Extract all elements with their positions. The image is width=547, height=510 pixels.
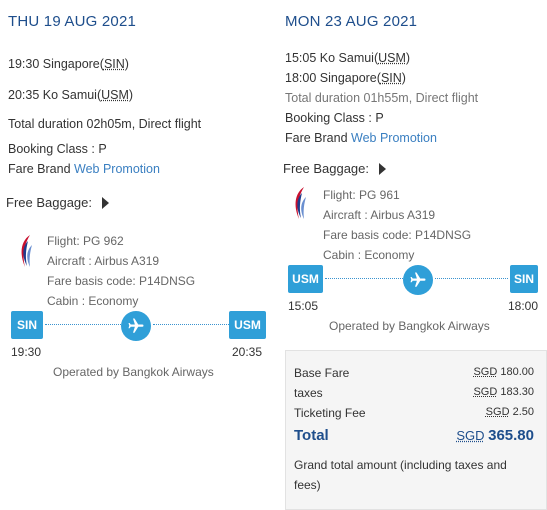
total-value: 365.80 [488, 427, 534, 444]
inbound-dep-code[interactable]: USM [378, 51, 406, 65]
currency-code[interactable]: SGD [486, 406, 510, 418]
inbound-arr-city: Singapore [319, 71, 377, 85]
inbound-date: MON 23 AUG 2021 [285, 13, 418, 30]
baggage-label: Free Baggage: [6, 195, 93, 210]
taxes-label: taxes [294, 386, 323, 400]
inbound-arr-code[interactable]: SIN [381, 71, 402, 85]
airplane-icon [121, 311, 151, 341]
bangkok-airways-logo [295, 187, 306, 219]
caret-right-icon [102, 196, 110, 209]
route-origin-badge: SIN [11, 311, 43, 339]
route-origin-badge: USM [288, 265, 323, 293]
caret-right-icon [379, 162, 387, 175]
base-fare-amount: SGD 180.00 [473, 366, 534, 380]
airplane-icon [403, 265, 433, 295]
route-arrival-time: 20:35 [232, 345, 263, 359]
inbound-dep-city: Ko Samui [319, 51, 374, 65]
inbound-duration: Total duration 01h55m, Direct flight [285, 91, 479, 105]
inbound-aircraft: Aircraft : Airbus A319 [323, 208, 436, 222]
outbound-cabin: Cabin : Economy [47, 294, 139, 308]
inbound-fare-basis: Fare basis code: P14DNSG [323, 228, 472, 242]
total-amount: SGD 365.80 [456, 427, 534, 444]
outbound-flight-number: Flight: PG 962 [47, 234, 124, 248]
outbound-aircraft: Aircraft : Airbus A319 [47, 254, 160, 268]
grand-total-note: Grand total amount (including taxes and … [294, 458, 507, 492]
route-arrival-time: 18:00 [508, 299, 539, 313]
base-fare-row: Base Fare SGD 180.00 [294, 366, 534, 380]
ticketing-fee-value: 2.50 [512, 406, 534, 418]
taxes-value: 183.30 [500, 386, 534, 398]
inbound-arr-time: 18:00 [285, 71, 317, 85]
ticketing-fee-label: Ticketing Fee [294, 406, 366, 420]
inbound-booking-class: Booking Class : P [285, 111, 384, 125]
inbound-route: USM SIN [288, 265, 538, 295]
route-line [325, 278, 403, 279]
taxes-amount: SGD 183.30 [473, 386, 534, 400]
outbound-arr-time: 20:35 [8, 88, 40, 102]
outbound-departure: 19:30 Singapore(SIN) [8, 57, 129, 71]
fare-brand-link[interactable]: Web Promotion [74, 162, 160, 176]
outbound-dep-code[interactable]: SIN [104, 57, 125, 71]
outbound-dep-time: 19:30 [8, 57, 40, 71]
outbound-arr-city: Ko Samui [42, 88, 97, 102]
fare-brand-label: Fare Brand [285, 131, 348, 145]
fare-brand-link[interactable]: Web Promotion [351, 131, 437, 145]
inbound-fare-brand: Fare Brand Web Promotion [285, 130, 437, 146]
outbound-duration: Total duration 02h05m, Direct flight [8, 117, 202, 131]
inbound-departure: 15:05 Ko Samui(USM) [285, 51, 411, 65]
currency-code[interactable]: SGD [456, 428, 484, 443]
outbound-fare-brand: Fare Brand Web Promotion [8, 161, 160, 177]
currency-code[interactable]: SGD [473, 386, 497, 398]
outbound-date: THU 19 AUG 2021 [8, 13, 137, 30]
outbound-arr-code[interactable]: USM [101, 88, 129, 102]
route-destination-badge: USM [229, 311, 266, 339]
base-fare-value: 180.00 [500, 366, 534, 378]
outbound-operated-by: Operated by Bangkok Airways [53, 365, 214, 379]
inbound-operated-by: Operated by Bangkok Airways [329, 319, 490, 333]
fare-summary: Base Fare SGD 180.00 taxes SGD 183.30 Ti… [285, 350, 547, 510]
currency-code[interactable]: SGD [473, 366, 497, 378]
route-line [153, 324, 229, 325]
route-destination-badge: SIN [510, 265, 538, 293]
bangkok-airways-logo [21, 235, 32, 267]
route-departure-time: 15:05 [288, 299, 319, 313]
inbound-arrival: 18:00 Singapore(SIN) [285, 71, 406, 85]
inbound-dep-time: 15:05 [285, 51, 317, 65]
inbound-cabin: Cabin : Economy [323, 248, 415, 262]
inbound-flight-number: Flight: PG 961 [323, 188, 400, 202]
outbound-fare-basis: Fare basis code: P14DNSG [47, 274, 196, 288]
total-label: Total [294, 427, 329, 444]
ticketing-fee-amount: SGD 2.50 [486, 406, 534, 420]
taxes-row: taxes SGD 183.30 [294, 386, 534, 400]
ticketing-fee-row: Ticketing Fee SGD 2.50 [294, 406, 534, 420]
route-departure-time: 19:30 [11, 345, 42, 359]
outbound-route: SIN USM [11, 311, 266, 341]
outbound-dep-city: Singapore [42, 57, 100, 71]
fare-brand-label: Fare Brand [8, 162, 71, 176]
inbound-baggage-toggle[interactable]: Free Baggage: [283, 161, 387, 176]
total-row: Total SGD 365.80 [294, 427, 534, 444]
outbound-arrival: 20:35 Ko Samui(USM) [8, 88, 134, 102]
outbound-baggage-toggle[interactable]: Free Baggage: [6, 195, 110, 210]
baggage-label: Free Baggage: [283, 161, 370, 176]
route-line [435, 278, 508, 279]
base-fare-label: Base Fare [294, 366, 350, 380]
outbound-booking-class: Booking Class : P [8, 142, 107, 156]
route-line [45, 324, 121, 325]
